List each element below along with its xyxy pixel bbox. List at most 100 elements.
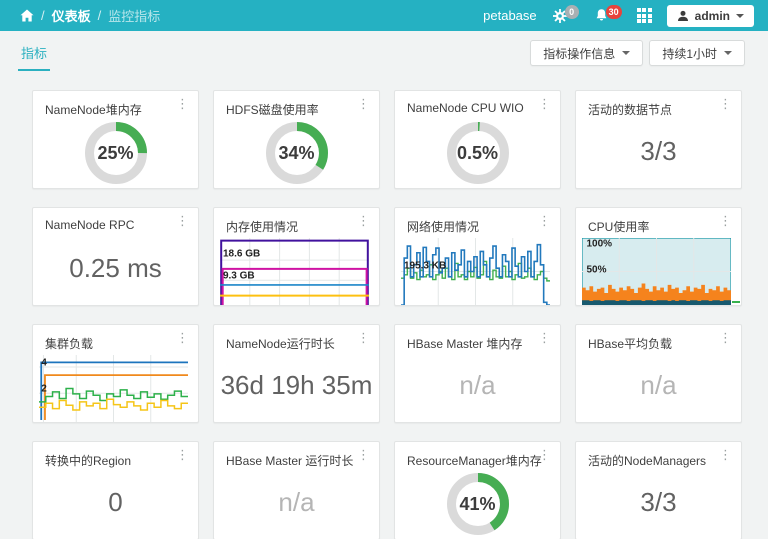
- card-title: CPU使用率: [588, 218, 649, 235]
- breadcrumb: / 仪表板 / 监控指标: [20, 6, 160, 25]
- settings-badge: 0: [565, 5, 579, 19]
- card-body: 36d 19h 35m: [214, 349, 379, 422]
- card-menu-button[interactable]: ⋮: [357, 449, 370, 462]
- card-menu-button[interactable]: ⋮: [538, 98, 551, 111]
- chart-annotation: 4: [41, 358, 47, 369]
- chart-cluster-load: 42: [39, 355, 188, 422]
- card-hdfs-disk-usage: HDFS磁盘使用率⋮34%: [213, 90, 380, 189]
- card-regions-in-transition: 转换中的Region⋮0: [32, 441, 199, 539]
- breadcrumb-current-page: 监控指标: [108, 6, 160, 25]
- chart-network-usage: 195.3 KB: [401, 238, 550, 305]
- tab-metrics[interactable]: 指标: [18, 43, 50, 71]
- gauge-value: 0.5%: [446, 121, 510, 185]
- card-body: 3/3: [576, 115, 741, 188]
- metric-value: n/a: [640, 370, 676, 401]
- card-menu-button[interactable]: ⋮: [719, 215, 732, 228]
- series-load-1m: [41, 362, 188, 420]
- card-menu-button[interactable]: ⋮: [176, 332, 189, 345]
- card-namenode-heap: NameNode堆内存⋮25%: [32, 90, 199, 189]
- admin-label: admin: [695, 9, 730, 23]
- card-body: n/a: [576, 349, 741, 422]
- card-menu-button[interactable]: ⋮: [719, 449, 732, 462]
- metric-value: n/a: [459, 370, 495, 401]
- metric-actions-dropdown-button[interactable]: 指标操作信息: [530, 40, 643, 66]
- breadcrumb-separator: /: [41, 8, 45, 23]
- settings-gear-button[interactable]: 0: [552, 8, 579, 24]
- card-menu-button[interactable]: ⋮: [538, 449, 551, 462]
- toolbar-buttons: 指标操作信息 持续1小时: [530, 40, 745, 66]
- card-menu-button[interactable]: ⋮: [357, 215, 370, 228]
- card-hbase-master-heap: HBase Master 堆内存⋮n/a: [394, 324, 561, 423]
- chart-annotation: 100%: [586, 239, 612, 250]
- card-resourcemanager-heap: ResourceManager堆内存⋮41%: [394, 441, 561, 539]
- apps-grid-icon: [637, 8, 652, 23]
- card-body: 0.25 ms: [33, 232, 198, 305]
- card-title: NameNode RPC: [45, 218, 134, 232]
- card-active-nodemanagers: 活动的NodeManagers⋮3/3: [575, 441, 742, 539]
- card-body: 0: [33, 466, 198, 539]
- home-icon-glyph: [20, 9, 34, 22]
- metric-value: 0.25 ms: [69, 253, 162, 284]
- app-header: / 仪表板 / 监控指标 petabase 0: [0, 0, 768, 31]
- card-menu-button[interactable]: ⋮: [357, 332, 370, 345]
- apps-grid-button[interactable]: [637, 8, 652, 23]
- card-body: n/a: [395, 349, 560, 422]
- card-title: 内存使用情况: [226, 218, 298, 235]
- chart-annotation: 2: [41, 384, 47, 395]
- card-menu-button[interactable]: ⋮: [176, 98, 189, 111]
- card-cpu-usage: CPU使用率 ⋮ 100% 50%: [575, 207, 742, 306]
- card-body: 41%: [395, 466, 560, 539]
- card-namenode-uptime: NameNode运行时长⋮36d 19h 35m: [213, 324, 380, 423]
- duration-dropdown-button[interactable]: 持续1小时: [649, 40, 745, 66]
- gauge-value: 25%: [84, 121, 148, 185]
- gauge-resourcemanager-heap: 41%: [446, 472, 510, 536]
- chart-cpu-usage: 100% 50%: [582, 238, 731, 305]
- card-menu-button[interactable]: ⋮: [719, 98, 732, 111]
- chevron-down-icon: [622, 51, 630, 55]
- card-title: 网络使用情况: [407, 218, 479, 235]
- gauge-namenode-cpu-wio: 0.5%: [446, 121, 510, 185]
- breadcrumb-separator: /: [98, 8, 102, 23]
- card-menu-button[interactable]: ⋮: [176, 449, 189, 462]
- username-label: petabase: [483, 8, 537, 23]
- chart-edge-tick: [732, 301, 740, 303]
- chart-memory-usage: 18.6 GB 9.3 GB: [220, 238, 369, 305]
- chart-annotation: 50%: [586, 265, 606, 276]
- metric-value: 36d 19h 35m: [221, 370, 373, 401]
- metric-value: n/a: [278, 487, 314, 518]
- card-title: 集群负载: [45, 335, 93, 352]
- header-right: petabase 0 30: [483, 5, 754, 27]
- card-body: 25%: [33, 115, 198, 188]
- series-system: [582, 300, 731, 305]
- card-live-datanodes: 活动的数据节点⋮3/3: [575, 90, 742, 189]
- card-namenode-cpu-wio: NameNode CPU WIO ⋮ 0.5%: [394, 90, 561, 189]
- notifications-bell-button[interactable]: 30: [594, 8, 622, 23]
- breadcrumb-dashboard-link[interactable]: 仪表板: [52, 6, 91, 25]
- card-menu-button[interactable]: ⋮: [719, 332, 732, 345]
- chart-annotation: 9.3 GB: [223, 271, 255, 282]
- gauge-value: 41%: [446, 472, 510, 536]
- card-cluster-load: 集群负载⋮42: [32, 324, 199, 423]
- chevron-down-icon: [724, 51, 732, 55]
- user-icon: [677, 10, 689, 22]
- gauge-hdfs-disk-usage: 34%: [265, 121, 329, 185]
- metric-value: 3/3: [640, 136, 676, 167]
- metric-value: 3/3: [640, 487, 676, 518]
- card-hbase-avg-load: HBase平均负载⋮n/a: [575, 324, 742, 423]
- card-menu-button[interactable]: ⋮: [538, 215, 551, 228]
- duration-label: 持续1小时: [662, 45, 717, 62]
- chart-annotation: 18.6 GB: [223, 249, 260, 260]
- card-network-usage: 网络使用情况 ⋮ 195.3 KB: [394, 207, 561, 306]
- metric-value: 0: [108, 487, 122, 518]
- card-menu-button[interactable]: ⋮: [538, 332, 551, 345]
- home-icon[interactable]: [20, 9, 34, 22]
- card-namenode-rpc: NameNode RPC ⋮ 0.25 ms: [32, 207, 199, 306]
- admin-menu-button[interactable]: admin: [667, 5, 754, 27]
- cards-grid: NameNode堆内存⋮25%HDFS磁盘使用率⋮34%NameNode CPU…: [32, 90, 742, 539]
- card-menu-button[interactable]: ⋮: [176, 215, 189, 228]
- gauge-value: 34%: [265, 121, 329, 185]
- notifications-badge: 30: [606, 5, 622, 19]
- card-title: NameNode CPU WIO: [407, 101, 524, 115]
- card-hbase-master-uptime: HBase Master 运行时长⋮n/a: [213, 441, 380, 539]
- card-menu-button[interactable]: ⋮: [357, 98, 370, 111]
